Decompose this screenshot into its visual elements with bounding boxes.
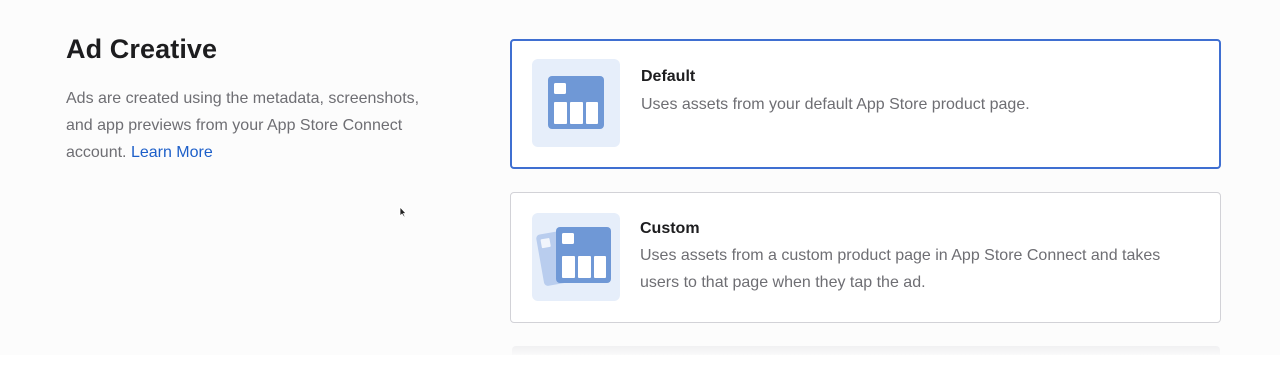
option-default-card[interactable]: Default Uses assets from your default Ap… — [510, 39, 1221, 169]
section-intro: Ad Creative Ads are created using the me… — [66, 33, 446, 166]
option-default-title: Default — [641, 68, 696, 85]
option-custom-title: Custom — [640, 220, 700, 237]
section-description-text: Ads are created using the metadata, scre… — [66, 90, 420, 161]
custom-product-page-icon — [532, 213, 620, 301]
section-title: Ad Creative — [66, 34, 218, 64]
next-option-card-partial — [512, 346, 1220, 355]
option-custom-card[interactable]: Custom Uses assets from a custom product… — [510, 192, 1221, 323]
ad-creative-section: Ad Creative Ads are created using the me… — [0, 0, 1280, 355]
mouse-cursor-icon — [399, 205, 407, 223]
default-product-page-icon — [532, 59, 620, 147]
section-description: Ads are created using the metadata, scre… — [66, 85, 441, 166]
option-default-description: Uses assets from your default App Store … — [641, 96, 1030, 113]
option-custom-description: Uses assets from a custom product page i… — [640, 247, 1161, 291]
learn-more-link[interactable]: Learn More — [131, 144, 213, 161]
